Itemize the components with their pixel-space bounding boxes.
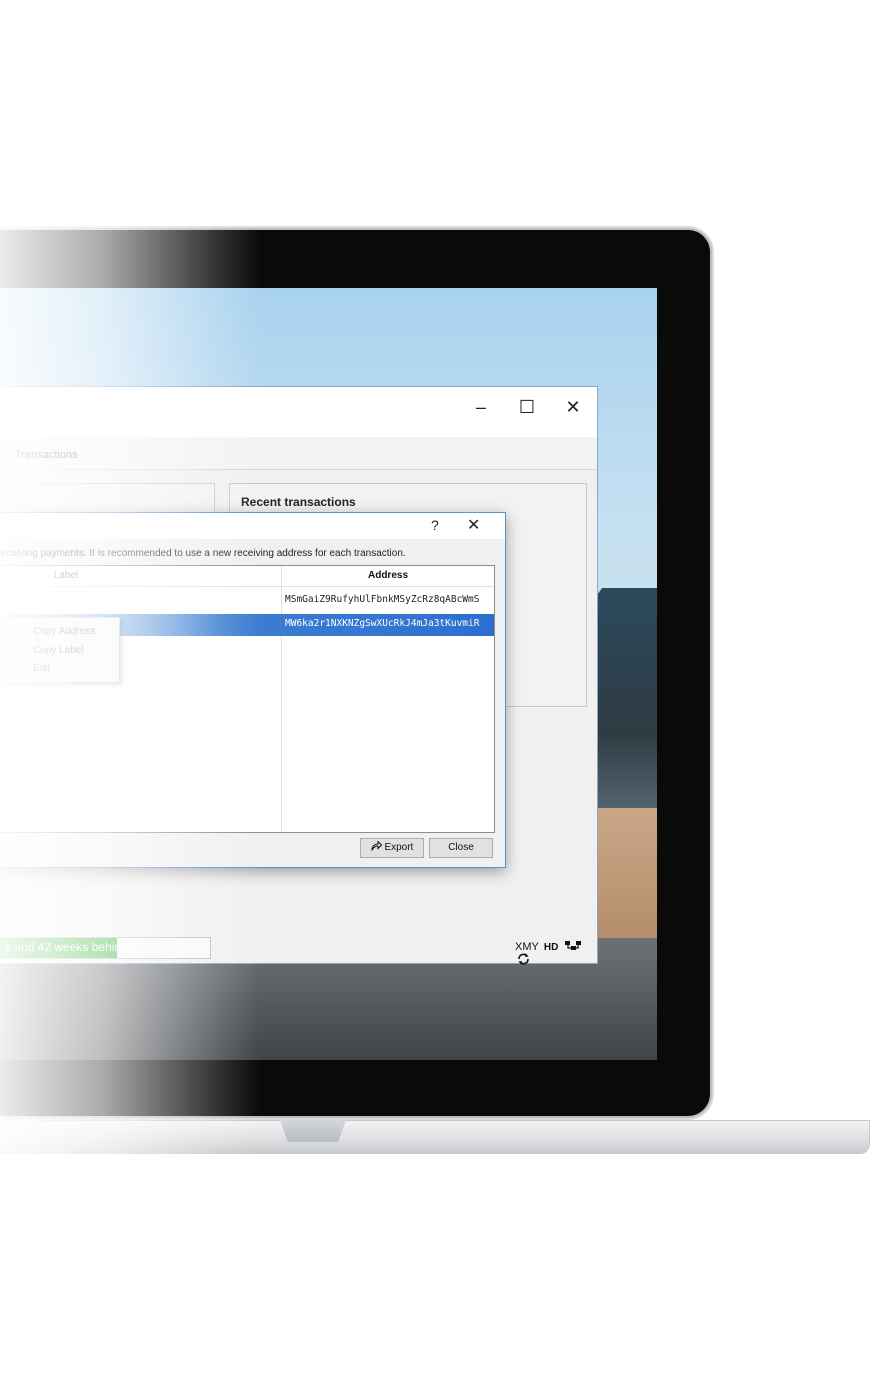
help-button[interactable]: ? [431,517,439,533]
close-window-button[interactable]: ✕ [553,393,593,421]
window-titlebar: – ☐ ✕ [0,387,597,437]
sync-status-text: s and 42 weeks behind [5,940,128,954]
address-cell: MSmGaiZ9RufyhUlFbnkMSyZcRz8qABcWmS [285,594,480,605]
dialog-description: eceiving payments. It is recommended to … [1,548,406,559]
column-header-label[interactable]: Label [0,570,136,581]
hd-indicator: HD [543,942,559,953]
export-label: Export [384,842,414,853]
export-button[interactable]: Export [360,838,424,858]
menu-item-copy-label[interactable]: Copy Label [33,645,84,656]
laptop-hinge-notch [280,1120,346,1142]
menu-item-edit[interactable]: Edit [33,663,50,674]
status-indicators: XMY HD [515,940,597,966]
menu-item-copy-address[interactable]: Copy Address [33,626,95,637]
network-icon [565,941,582,950]
tab-transactions[interactable]: Transactions [15,449,78,461]
table-header: Label Address [0,566,494,587]
tab-bar [0,437,597,470]
minimize-button[interactable]: – [461,393,501,421]
dialog-titlebar [0,513,505,539]
context-menu: Copy Address Copy Label Edit [0,617,120,683]
maximize-button[interactable]: ☐ [507,393,547,421]
recent-transactions-title: Recent transactions [241,495,356,509]
receiving-addresses-dialog: ? ✕ eceiving payments. It is recommended… [0,512,506,868]
unit-label[interactable]: XMY [515,941,539,953]
address-cell: MW6ka2r1NXKNZgSwXUcRkJ4mJa3tKuvmiR [285,618,480,629]
column-header-address[interactable]: Address [283,570,493,581]
close-button[interactable]: Close [429,838,493,858]
sync-icon [518,953,529,965]
laptop-base [0,1120,870,1154]
address-table[interactable]: Label Address MSmGaiZ9RufyhUlFbnkMSyZcRz… [0,565,495,833]
table-row[interactable]: MSmGaiZ9RufyhUlFbnkMSyZcRz8qABcWmS [0,590,494,612]
dialog-close-icon[interactable]: ✕ [467,515,480,535]
export-icon [371,840,382,852]
